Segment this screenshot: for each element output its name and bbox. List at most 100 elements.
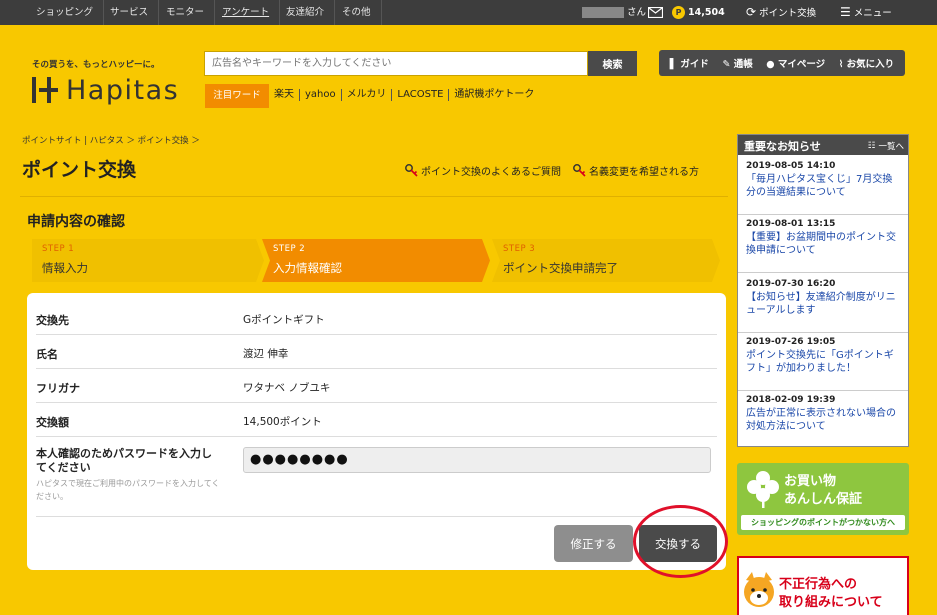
row-destination: 交換先 Gポイントギフト [36,301,717,335]
mail-icon[interactable] [647,0,664,25]
nav-monitor[interactable]: モニター [156,0,216,25]
top-nav-bar: ショッピング サービス モニター アンケート 友達紹介 その他 さん P 14,… [0,0,937,25]
person-icon: ● [766,59,775,70]
clover-icon [747,471,779,508]
step-1-name: 情報入力 [42,261,88,275]
mypage-link[interactable]: ● マイページ [766,56,825,70]
faq-link[interactable]: ポイント交換のよくあるご質問 [405,163,561,178]
search-button[interactable]: 検索 [588,51,637,76]
news-date: 2019-08-05 14:10 [746,161,836,171]
divider [20,196,728,197]
passbook-link[interactable]: ✎ 通帳 [722,56,752,70]
amount-value: 14,500ポイント [243,416,322,428]
book-icon: ▌ [669,59,678,70]
user-links-bar: ▌ ガイド ✎ 通帳 ● マイページ ⌇ お気に入り [659,50,905,76]
menu-button[interactable]: ☰ メニュー [840,0,892,25]
nav-friend[interactable]: 友達紹介 [276,0,336,25]
fraud-line2: 取り組みについて [779,595,883,610]
fraud-prevention-banner[interactable]: 不正行為への 取り組みについて [737,556,909,615]
safe-strip: ショッピングのポイントがつかない方へ [741,515,905,530]
faq-label: ポイント交換のよくあるご質問 [421,167,561,178]
page-title: ポイント交換 [22,159,137,181]
point-exchange-link[interactable]: ⟳ ポイント交換 [746,0,816,25]
step-1-label: STEP 1 [42,244,75,254]
step-1: STEP 1 情報入力 [32,239,257,282]
help-links: ポイント交換のよくあるご質問 名義変更を希望される方 [405,163,699,178]
news-date: 2019-07-26 19:05 [746,337,836,347]
points-value: 14,504 [688,7,725,18]
confirmation-card: 交換先 Gポイントギフト 氏名 渡辺 伸幸 フリガナ ワタナベ ノブユキ 交換額… [27,293,726,570]
step-3: STEP 3 ポイント交換申請完了 [493,239,713,282]
refresh-icon: ⟳ [746,5,757,19]
news-title: 重要なお知らせ [744,140,821,153]
breadcrumb[interactable]: ポイントサイト | ハピタス ＞ ポイント交換 ＞ [22,134,200,146]
point-coin-icon: P [672,6,685,19]
step-2-name: 入力情報確認 [273,261,342,275]
site-logo[interactable]: Hapitas [30,73,179,107]
news-text: 【お知らせ】友達紹介制度がリニューアルします [746,292,896,316]
hot-word-link[interactable]: 楽天 [274,89,299,101]
news-date: 2019-08-01 13:15 [746,219,836,229]
favorites-link[interactable]: ⌇ お気に入り [839,56,894,70]
news-item[interactable]: 2019-07-26 19:05 ポイント交換先に「Gポイントギフト」が加わりま… [738,337,908,391]
destination-value: Gポイントギフト [243,314,325,326]
hot-words-label: 注目ワード [205,84,269,108]
hot-word-link[interactable]: 通訳機ポケトーク [448,89,539,101]
logo-mark-icon [32,77,58,103]
password-masked-value: ●●●●●●●● [250,452,349,467]
news-item[interactable]: 2019-08-05 14:10 「毎月ハピタス宝くじ」7月交換分の当選結果につ… [738,161,908,215]
news-text: 【重要】お盆期間中のポイント交換申請について [746,232,896,256]
news-text: 「毎月ハピタス宝くじ」7月交換分の当選結果について [746,174,893,198]
row-amount: 交換額 14,500ポイント [36,403,717,437]
furigana-value: ワタナベ ノブユキ [243,382,331,394]
news-item[interactable]: 2018-02-09 19:39 広告が正常に表示されない場合の対処方法について [738,395,908,447]
step-3-label: STEP 3 [503,244,536,254]
nav-survey[interactable]: アンケート [212,0,281,25]
shiba-dog-icon [744,572,774,607]
news-date: 2018-02-09 19:39 [746,395,836,405]
password-hint: ハピタスで現在ご利用中のパスワードを入力してください。 [36,479,220,501]
password-label: 本人確認のためパスワードを入力してください [36,447,212,474]
nav-service[interactable]: サービス [100,0,160,25]
user-suffix: さん [627,7,647,18]
paperclip-icon: ⌇ [838,59,844,70]
points-display[interactable]: P 14,504 [672,0,725,25]
name-label: 氏名 [36,348,58,361]
fraud-line1: 不正行為への [779,577,858,592]
news-item[interactable]: 2019-08-01 13:15 【重要】お盆期間中のポイント交換申請について [738,219,908,273]
name-change-label: 名義変更を希望される方 [589,167,699,178]
guide-link[interactable]: ▌ ガイド [670,56,709,70]
search-input[interactable] [204,51,588,76]
news-item[interactable]: 2019-07-30 16:20 【お知らせ】友達紹介制度がリニューアルします [738,279,908,333]
section-title: 申請内容の確認 [27,214,125,230]
hot-word-link[interactable]: yahoo [299,89,341,101]
password-field[interactable]: ●●●●●●●● [243,447,711,473]
name-change-link[interactable]: 名義変更を希望される方 [573,163,699,178]
row-name: 氏名 渡辺 伸幸 [36,335,717,369]
hamburger-icon: ☰ [840,5,851,19]
step-2-label: STEP 2 [273,244,306,254]
step-indicator: STEP 1 情報入力 STEP 2 入力情報確認 STEP 3 ポイント交換申… [32,239,720,282]
hot-word-link[interactable]: LACOSTE [391,89,448,101]
favorites-label: お気に入り [846,59,895,70]
news-text: ポイント交換先に「Gポイントギフト」が加わりました！ [746,350,894,374]
nav-shopping[interactable]: ショッピング [26,0,105,25]
news-header: 重要なお知らせ ☷ 一覧へ [738,135,908,155]
logo-text: Hapitas [66,74,180,106]
shopping-guarantee-banner[interactable]: お買い物 あんしん保証 ショッピングのポイントがつかない方へ [737,463,909,535]
hot-word-link[interactable]: メルカリ [340,89,392,101]
furigana-label: フリガナ [36,382,80,395]
fix-button[interactable]: 修正する [554,525,633,562]
nav-other[interactable]: その他 [332,0,382,25]
tagline: その買うを、もっとハッピーに。 [32,60,160,70]
step-2: STEP 2 入力情報確認 [263,239,483,282]
news-text: 広告が正常に表示されない場合の対処方法について [746,408,896,432]
point-exchange-label: ポイント交換 [759,8,817,19]
menu-label: メニュー [853,8,892,19]
news-all-link[interactable]: ☷ 一覧へ [868,140,904,152]
guide-label: ガイド [680,59,709,70]
safe-line2: あんしん保証 [784,492,863,507]
destination-label: 交換先 [36,314,69,327]
passbook-label: 通帳 [733,59,753,70]
row-furigana: フリガナ ワタナベ ノブユキ [36,369,717,403]
